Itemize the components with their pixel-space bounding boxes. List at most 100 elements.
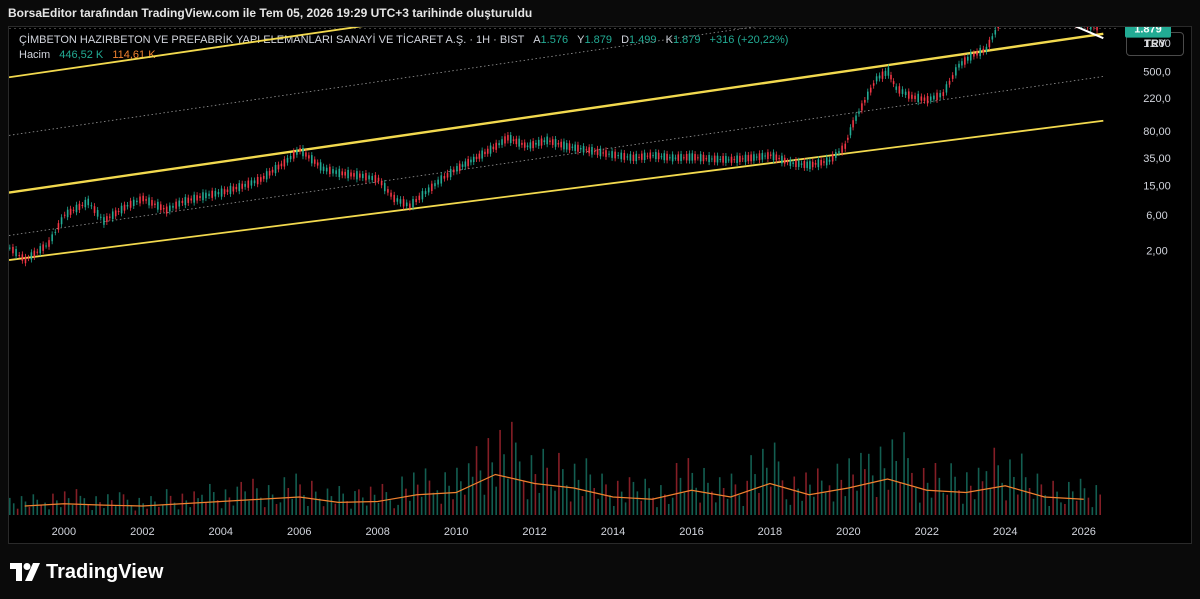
price-candle	[178, 200, 181, 207]
brand-name: TradingView	[46, 560, 164, 583]
price-candle	[778, 157, 780, 160]
volume-bar	[409, 500, 411, 515]
price-candle	[472, 156, 475, 163]
volume-bar	[491, 462, 494, 515]
price-candle	[852, 120, 854, 128]
volume-bar	[518, 461, 521, 515]
volume-bar	[385, 492, 388, 515]
price-candle	[958, 63, 960, 68]
volume-bar	[256, 488, 258, 515]
price-candle	[437, 179, 439, 185]
volume-bar	[48, 509, 50, 515]
volume-bar	[581, 496, 584, 515]
volume-bar	[9, 497, 11, 515]
price-candle	[786, 161, 789, 163]
price-candle	[424, 191, 427, 195]
price-candle	[114, 210, 117, 217]
price-candle	[660, 156, 663, 158]
volume-bar	[110, 500, 113, 515]
price-candle	[769, 154, 772, 156]
volume-bar	[169, 495, 172, 515]
price-candle	[93, 206, 96, 213]
volume-bar	[424, 468, 427, 515]
price-candle	[512, 139, 515, 142]
volume-bar	[287, 488, 290, 515]
volume-bar	[816, 468, 819, 515]
price-candle	[344, 171, 346, 176]
volume-bar	[930, 497, 933, 515]
price-candle	[866, 91, 869, 100]
volume-bar	[338, 486, 341, 515]
price-candle	[322, 166, 325, 171]
price-candle	[814, 163, 817, 165]
volume-bar	[538, 492, 541, 515]
volume-bar	[730, 473, 733, 515]
price-candle	[371, 176, 374, 181]
price-candle	[196, 195, 198, 201]
volume-bar	[691, 472, 694, 515]
price-candle	[30, 252, 33, 260]
volume-bar	[546, 467, 548, 515]
price-chart[interactable]: 100.00040.00017.5007.5003.0001.200500,02…	[9, 27, 1191, 543]
volume-bar	[660, 485, 662, 515]
volume-bar	[103, 508, 105, 515]
price-candle	[90, 205, 93, 207]
price-candle	[828, 159, 831, 162]
volume-bar	[373, 494, 376, 515]
price-candle	[725, 156, 727, 163]
volume-bar	[475, 446, 478, 515]
volume-bar	[154, 501, 156, 515]
price-candle	[599, 148, 602, 157]
volume-bar	[130, 505, 133, 515]
volume-bar	[801, 500, 803, 515]
volume-bar	[83, 498, 86, 515]
price-candle	[705, 158, 708, 160]
volume-bar	[32, 494, 35, 515]
x-tick-label: 2000	[52, 526, 76, 538]
tradingview-logo[interactable]: TradingView	[10, 560, 163, 584]
price-candle	[205, 192, 207, 199]
volume-bar	[864, 469, 866, 515]
price-candle	[81, 204, 84, 206]
price-candle	[895, 86, 898, 90]
volume-bar	[828, 485, 831, 515]
volume-bar	[401, 476, 403, 515]
price-candle	[274, 164, 277, 174]
price-candle	[313, 159, 316, 164]
volume-bar	[158, 506, 160, 515]
volume-bar	[989, 488, 992, 515]
price-candle	[446, 172, 449, 178]
volume-bar	[511, 421, 513, 515]
price-candle	[289, 155, 292, 160]
price-candle	[123, 204, 126, 211]
price-candle	[341, 171, 344, 176]
volume-bar	[589, 474, 592, 515]
price-candle	[475, 156, 478, 159]
volume-bar	[562, 469, 564, 515]
price-candle	[733, 159, 736, 161]
price-candle	[997, 27, 1000, 29]
chart-frame[interactable]: ÇİMBETON HAZIRBETON VE PREFABRİK YAPI EL…	[8, 26, 1192, 544]
volume-bar	[942, 492, 945, 515]
volume-bar	[1056, 491, 1058, 515]
price-candle	[697, 157, 699, 159]
price-candle	[951, 75, 954, 79]
volume-bar	[291, 498, 294, 515]
volume-bar	[263, 507, 266, 515]
volume-bar	[307, 506, 309, 515]
price-candle	[72, 209, 75, 211]
price-layer	[9, 27, 1098, 267]
price-candle	[671, 154, 674, 162]
y-tick-label: 2,00	[1146, 246, 1167, 258]
x-tick-label: 2026	[1071, 526, 1095, 538]
volume-bar	[1032, 498, 1035, 515]
volume-bar	[707, 482, 709, 515]
price-candle	[232, 186, 235, 192]
price-candle	[427, 187, 430, 193]
volume-bar	[577, 479, 580, 515]
volume-bar	[664, 494, 666, 515]
volume-bar	[1001, 482, 1003, 515]
price-candle	[99, 216, 102, 218]
volume-bar	[483, 494, 486, 515]
price-candle	[730, 156, 733, 163]
